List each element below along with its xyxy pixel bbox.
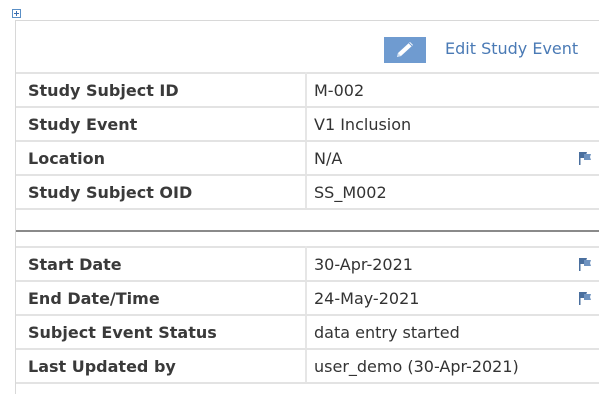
value-text: user_demo (30-Apr-2021)	[314, 356, 519, 376]
row-value: SS_M002	[306, 174, 599, 210]
table-row: Study Subject OID SS_M002	[16, 174, 599, 210]
table-row: Last Updated by user_demo (30-Apr-2021)	[16, 348, 599, 384]
table-row: End Date/Time 24-May-2021	[16, 280, 599, 316]
study-event-panel: Edit Study Event Study Subject ID M-002 …	[15, 20, 599, 394]
row-label: Study Event	[16, 106, 307, 142]
edit-study-event-link[interactable]: Edit Study Event	[445, 39, 578, 58]
row-value: 24-May-2021	[306, 280, 599, 316]
value-text: data entry started	[314, 322, 460, 342]
table-row: Start Date 30-Apr-2021	[16, 246, 599, 282]
row-label: End Date/Time	[16, 280, 307, 316]
flag-icon[interactable]	[577, 151, 593, 165]
value-text: N/A	[314, 148, 343, 168]
row-label: Last Updated by	[16, 348, 307, 384]
value-text: 30-Apr-2021	[314, 254, 413, 274]
flag-icon[interactable]	[577, 257, 593, 271]
panel-header: Edit Study Event	[16, 21, 599, 71]
value-text: V1 Inclusion	[314, 114, 412, 134]
row-label: Study Subject ID	[16, 72, 307, 108]
row-label: Location	[16, 140, 307, 176]
section-divider	[16, 230, 599, 244]
flag-icon[interactable]	[577, 291, 593, 305]
subject-info-table: Study Subject ID M-002 Study Event V1 In…	[16, 72, 599, 210]
pencil-icon[interactable]	[384, 37, 426, 63]
event-info-table: Start Date 30-Apr-2021 End Date/Time 24-…	[16, 246, 599, 384]
row-value: data entry started	[306, 314, 599, 350]
row-value: 30-Apr-2021	[306, 246, 599, 282]
value-text: SS_M002	[314, 182, 387, 202]
table-row: Study Subject ID M-002	[16, 72, 599, 108]
value-text: 24-May-2021	[314, 288, 420, 308]
table-row: Subject Event Status data entry started	[16, 314, 599, 350]
row-label: Start Date	[16, 246, 307, 282]
value-text: M-002	[314, 80, 365, 100]
row-label: Study Subject OID	[16, 174, 307, 210]
row-value: M-002	[306, 72, 599, 108]
row-value: V1 Inclusion	[306, 106, 599, 142]
row-value: user_demo (30-Apr-2021)	[306, 348, 599, 384]
expand-plus-icon[interactable]	[12, 9, 21, 18]
table-row: Location N/A	[16, 140, 599, 176]
row-value: N/A	[306, 140, 599, 176]
row-label: Subject Event Status	[16, 314, 307, 350]
table-row: Study Event V1 Inclusion	[16, 106, 599, 142]
